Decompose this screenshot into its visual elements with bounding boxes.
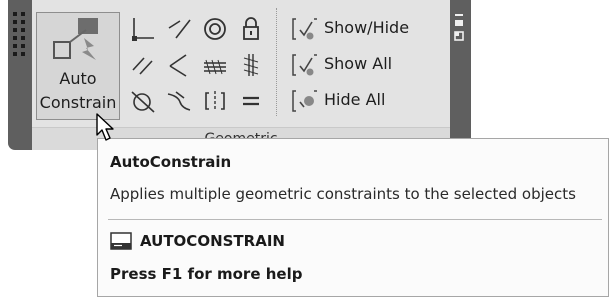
- auto-constrain-label-line2: Constrain: [39, 93, 117, 112]
- fix-icon[interactable]: [238, 16, 264, 42]
- hide-all-label: Hide All: [324, 90, 386, 109]
- perpendicular-icon[interactable]: [166, 52, 192, 78]
- concentric-icon[interactable]: [202, 16, 228, 42]
- hide-all-icon: [292, 90, 317, 112]
- tooltip-description: Applies multiple geometric constraints t…: [110, 185, 576, 203]
- geometric-panel: Auto Constrain Show/Hide Show All Hide A…: [32, 0, 450, 150]
- collinear-icon[interactable]: [166, 16, 192, 42]
- show-hide-icon: [292, 18, 317, 40]
- mouse-pointer-icon: [96, 113, 114, 141]
- tooltip-title: AutoConstrain: [110, 153, 232, 171]
- tooltip-help-hint: Press F1 for more help: [110, 265, 303, 283]
- ribbon-panel-frame: Auto Constrain Show/Hide Show All Hide A…: [8, 0, 471, 150]
- tooltip-divider: [108, 219, 602, 220]
- auto-constrain-button[interactable]: Auto Constrain: [36, 12, 120, 120]
- command-line-icon: [110, 232, 132, 250]
- coincident-icon[interactable]: [130, 16, 156, 42]
- show-hide-label: Show/Hide: [324, 18, 410, 37]
- symmetric-icon[interactable]: [202, 88, 228, 114]
- vertical-icon[interactable]: [238, 52, 264, 78]
- panel-grip-handle[interactable]: [10, 10, 30, 56]
- smooth-icon[interactable]: [166, 88, 192, 114]
- tooltip: AutoConstrain Applies multiple geometric…: [97, 138, 609, 297]
- auto-constrain-icon: [53, 18, 98, 60]
- auto-constrain-label-line1: Auto: [59, 69, 97, 88]
- panel-separator: [276, 8, 277, 116]
- show-all-icon: [292, 54, 317, 76]
- tangent-icon[interactable]: [130, 88, 156, 114]
- panel-pin-icon[interactable]: [450, 0, 471, 150]
- parallel-icon[interactable]: [130, 52, 156, 78]
- tooltip-command-name: AUTOCONSTRAIN: [140, 232, 285, 250]
- equal-icon[interactable]: [238, 88, 264, 114]
- horizontal-icon[interactable]: [202, 52, 228, 78]
- show-all-label: Show All: [324, 54, 393, 73]
